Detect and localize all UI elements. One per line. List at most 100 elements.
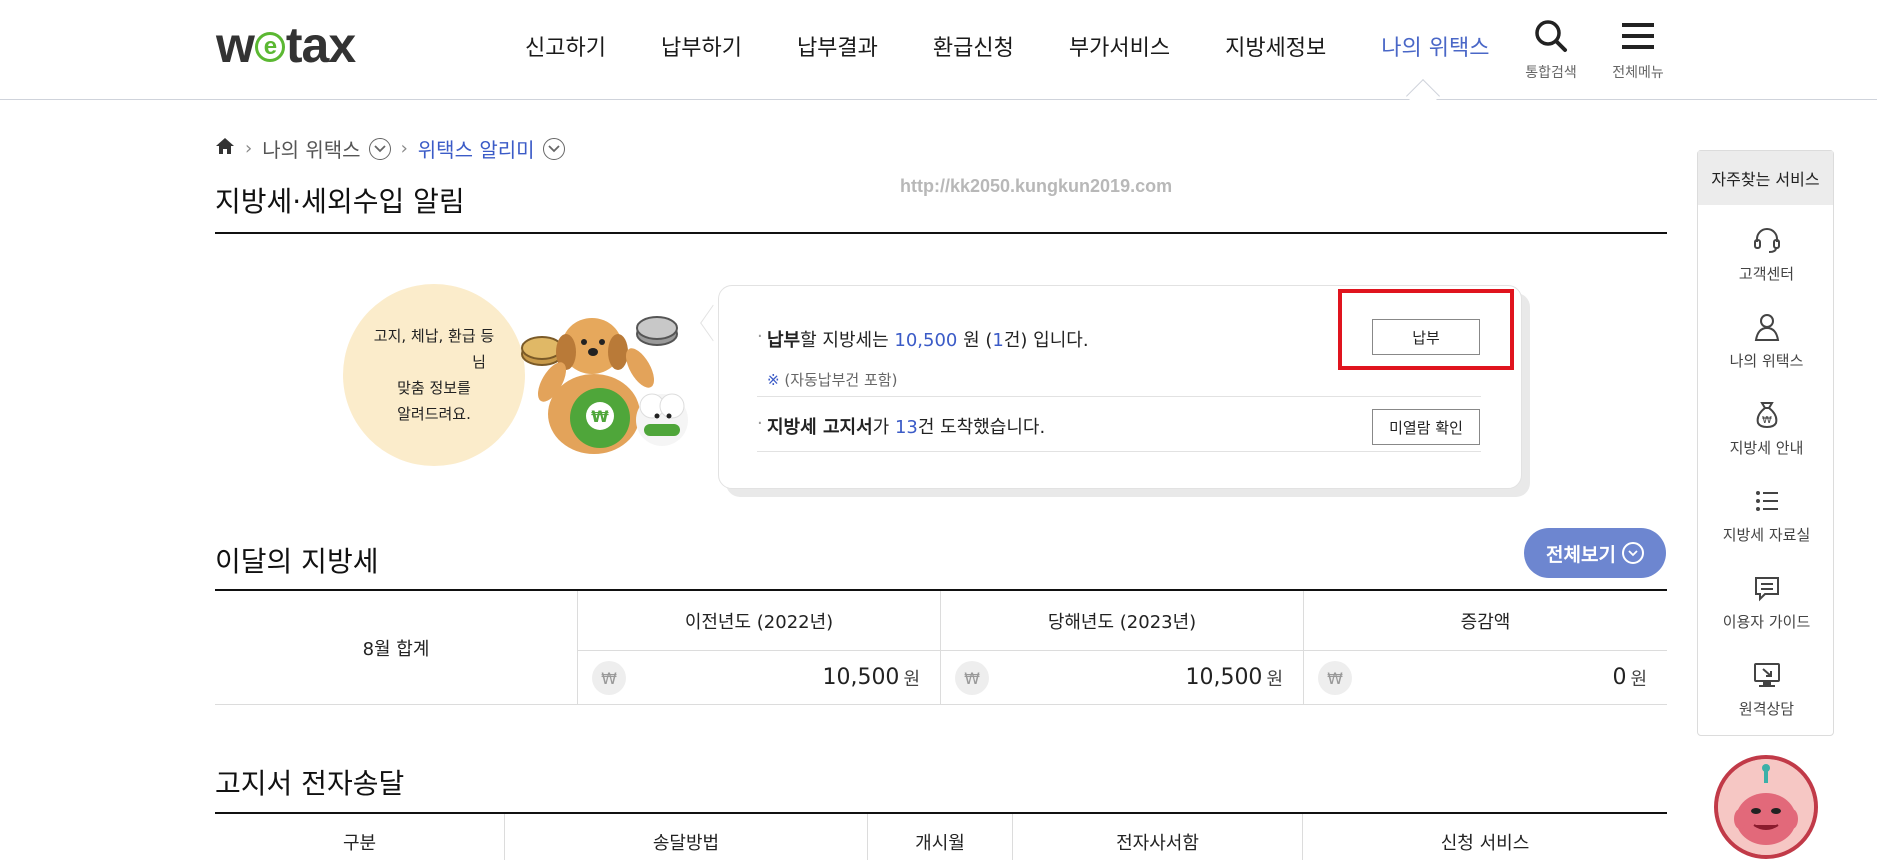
chevron-down-icon (1621, 542, 1644, 564)
hamburger-icon (1603, 18, 1673, 54)
amount-unit: 원 (1630, 668, 1647, 690)
amount-unit: 원 (903, 668, 920, 690)
table-header-row: 이전년도 (2022년) 당해년도 (2023년) 증감액 (578, 591, 1667, 651)
quick-item-label: 이용자 가이드 (1722, 613, 1811, 631)
info-bubble: 고지, 체납, 환급 등 님 맞춤 정보를 알려드려요. (343, 284, 525, 466)
money-bag-icon: ₩ (1698, 397, 1835, 431)
quick-item-label: 지방세 자료실 (1722, 526, 1811, 544)
view-all-button[interactable]: 전체보기 (1524, 528, 1666, 578)
chevron-down-icon[interactable] (542, 137, 565, 160)
bill-bold: 지방세 고지서 (767, 417, 873, 438)
auto-pay-note: ※ (자동납부건 포함) (767, 369, 897, 390)
payment-amount: 10,500 (894, 330, 958, 351)
logo-e: e (254, 32, 285, 62)
payment-count: 1 (992, 330, 1004, 351)
search-icon (1516, 18, 1586, 54)
breadcrumb-level1[interactable]: 나의 위택스 (262, 134, 360, 163)
chatbot-character-button[interactable] (1714, 755, 1818, 859)
quick-my-wetax[interactable]: 나의 위택스 (1698, 310, 1835, 371)
home-icon[interactable] (215, 136, 235, 161)
quick-item-label: 지방세 안내 (1729, 439, 1804, 457)
amount-value: 10,500 (822, 665, 900, 690)
quick-item-label: 고객센터 (1738, 265, 1795, 283)
chat-icon (1698, 571, 1835, 605)
nav-pay[interactable]: 납부하기 (661, 30, 742, 62)
nav-extra-services[interactable]: 부가서비스 (1069, 30, 1170, 62)
col-header-start-month: 개시월 (868, 814, 1013, 860)
payment-message: 납부할 지방세는 10,500 원 (1건) 입니다. (757, 326, 1089, 352)
table-values-group: 이전년도 (2022년) 당해년도 (2023년) 증감액 ₩ 10,500 원 … (578, 591, 1667, 704)
bubble-line: 알려드려요. (397, 405, 471, 423)
note-text: (자동납부건 포함) (779, 371, 898, 389)
payment-text2: 원 ( (957, 330, 993, 351)
bubble-line: 맞춤 정보를 (397, 379, 471, 397)
nav-pay-result[interactable]: 납부결과 (797, 30, 878, 62)
quick-menu-title: 자주찾는 서비스 (1698, 151, 1833, 205)
quick-remote-consult[interactable]: 원격상담 (1698, 658, 1835, 719)
monthly-tax-table: 8월 합계 이전년도 (2022년) 당해년도 (2023년) 증감액 ₩ 10… (215, 589, 1667, 705)
col-header-this-year: 당해년도 (2023년) (941, 591, 1304, 650)
table-row: 8월 합계 이전년도 (2022년) 당해년도 (2023년) 증감액 ₩ 10… (215, 591, 1667, 705)
quick-local-tax-guide[interactable]: ₩ 지방세 안내 (1698, 397, 1835, 458)
headset-icon (1698, 223, 1835, 257)
delivery-table-header: 구분 송달방법 개시월 전자사서함 신청 서비스 (215, 814, 1667, 860)
won-icon: ₩ (955, 661, 989, 695)
quick-local-tax-library[interactable]: 지방세 자료실 (1698, 484, 1835, 545)
row-label-cell: 8월 합계 (215, 591, 578, 705)
list-icon (1698, 484, 1835, 518)
mascot-illustration: ₩ (512, 312, 712, 462)
svg-text:₩: ₩ (1762, 415, 1772, 426)
bill-message: 지방세 고지서가 13건 도착했습니다. (757, 413, 1046, 439)
global-nav: 신고하기 납부하기 납부결과 환급신청 부가서비스 지방세정보 나의 위택스 (525, 30, 1544, 62)
col-header-e-mailbox: 전자사서함 (1013, 814, 1303, 860)
nav-my-wetax[interactable]: 나의 위택스 (1381, 30, 1489, 62)
note-mark: ※ (767, 371, 780, 389)
chevron-down-icon[interactable] (368, 137, 391, 160)
payment-bold: 납부 (767, 330, 801, 351)
won-icon: ₩ (592, 661, 626, 695)
bubble-line: 님 (472, 353, 486, 371)
col-header-type: 구분 (215, 814, 505, 860)
amount-value: 0 (1612, 665, 1627, 690)
breadcrumb-level2[interactable]: 위택스 알리미 (418, 134, 535, 163)
site-header: w e tax 신고하기 납부하기 납부결과 환급신청 부가서비스 지방세정보 나의… (0, 0, 1877, 100)
col-header-services: 신청 서비스 (1440, 833, 1530, 854)
menu-label: 전체메뉴 (1612, 65, 1664, 81)
nav-report[interactable]: 신고하기 (525, 30, 606, 62)
won-icon: ₩ (1318, 661, 1352, 695)
monitor-icon (1698, 658, 1835, 692)
wetax-logo[interactable]: w e tax (216, 17, 356, 73)
nav-local-tax-info[interactable]: 지방세정보 (1225, 30, 1326, 62)
bill-text1: 가 (872, 417, 895, 438)
bill-text2: 건 도착했습니다. (917, 417, 1046, 438)
notice-section-title: 지방세·세외수입 알림 (215, 185, 465, 218)
all-menu-button[interactable]: 전체메뉴 (1603, 18, 1673, 82)
quick-menu: 자주찾는 서비스 고객센터 나의 위택스 ₩ 지방세 안내 지방세 자료실 이용… (1697, 150, 1834, 736)
view-all-label: 전체보기 (1546, 543, 1616, 566)
bill-count: 13 (894, 417, 918, 438)
check-unread-button[interactable]: 미열람 확인 (1372, 409, 1480, 445)
logo-tax: tax (285, 17, 356, 73)
quick-user-guide[interactable]: 이용자 가이드 (1698, 571, 1835, 632)
delivery-section-title: 고지서 전자송달 (215, 767, 405, 800)
payment-text3: 건) 입니다. (1003, 330, 1089, 351)
col-header-method: 송달방법 (505, 814, 868, 860)
monthly-section-title: 이달의 지방세 (215, 545, 379, 578)
row-label: 8월 합계 (362, 639, 430, 660)
logo-w: w (216, 17, 255, 73)
amount-value: 10,500 (1185, 665, 1263, 690)
table-value-row: ₩ 10,500 원 ₩ 10,500 원 ₩ 0원 (578, 651, 1667, 704)
section-divider (215, 232, 1667, 234)
quick-item-label: 원격상담 (1738, 700, 1795, 718)
quick-customer-center[interactable]: 고객센터 (1698, 223, 1835, 284)
col-header-prev-year: 이전년도 (2022년) (578, 591, 941, 650)
highlight-box (1338, 289, 1514, 370)
breadcrumb: › 나의 위택스 › 위택스 알리미 (215, 134, 565, 163)
integrated-search-button[interactable]: 통합검색 (1516, 18, 1586, 82)
nav-refund[interactable]: 환급신청 (933, 30, 1014, 62)
chevron-right-icon: › (400, 138, 408, 159)
amount-unit: 원 (1266, 668, 1283, 690)
svg-text:₩: ₩ (591, 407, 609, 426)
user-icon (1698, 310, 1835, 344)
payment-text1: 할 지방세는 (800, 330, 895, 351)
